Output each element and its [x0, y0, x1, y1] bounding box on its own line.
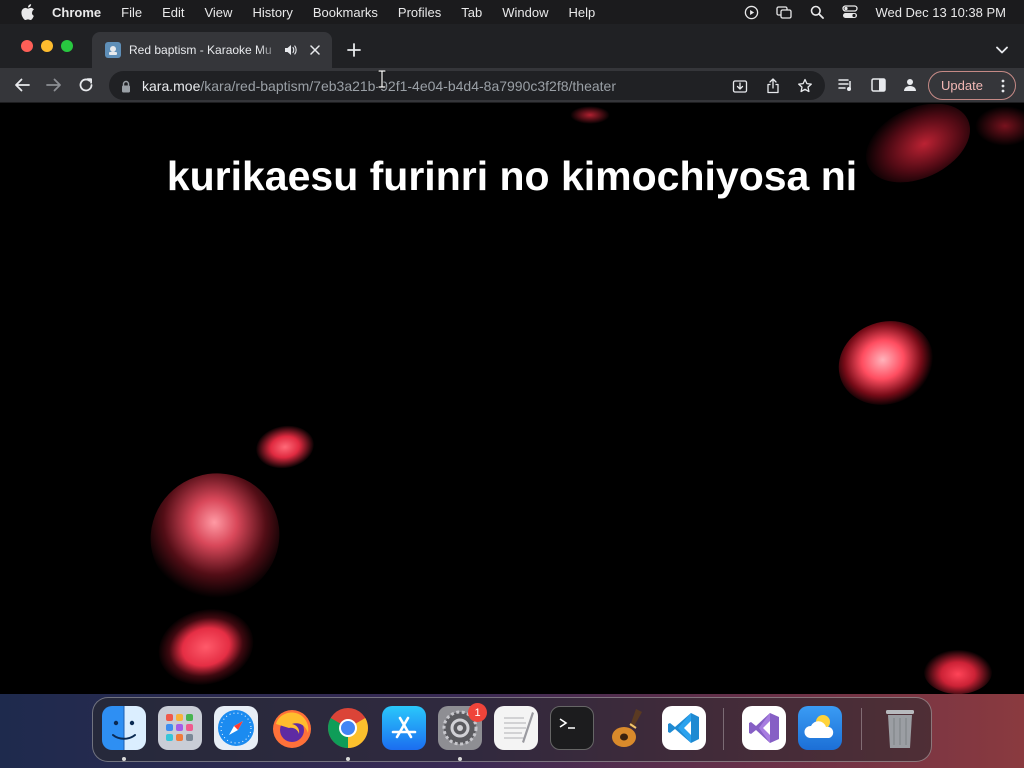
dock: [92, 697, 932, 762]
address-bar[interactable]: kara.moe/kara/red-baptism/7eb3a21b-92f1-…: [109, 71, 825, 100]
visual-studio-icon[interactable]: [742, 706, 786, 750]
profile-avatar-icon[interactable]: [900, 75, 920, 95]
tab-audio-icon[interactable]: [283, 43, 297, 57]
tab-search-chevron-icon[interactable]: [992, 41, 1012, 59]
app-store-icon[interactable]: [382, 706, 426, 750]
menu-edit[interactable]: Edit: [162, 5, 184, 20]
url-path: /kara/red-baptism/7eb3a21b-92f1-4e04-b4d…: [200, 78, 616, 94]
system-settings-badge: 1: [468, 703, 487, 722]
system-settings-running-indicator: [458, 757, 462, 761]
petal-decoration: [975, 106, 1024, 146]
screen-mirror-icon[interactable]: [776, 4, 793, 20]
url-domain: kara.moe: [142, 78, 201, 94]
launchpad-icon[interactable]: [158, 706, 202, 750]
finder-icon[interactable]: [102, 706, 146, 750]
screen: Chrome File Edit View History Bookmarks …: [0, 0, 1024, 768]
new-tab-icon[interactable]: [344, 40, 364, 60]
petal-decoration: [924, 650, 992, 694]
reload-icon[interactable]: [76, 75, 96, 95]
menu-bar: Chrome File Edit View History Bookmarks …: [0, 0, 1024, 24]
karaoke-lyric-line: kurikaesu furinri no kimochiyosa ni: [166, 153, 858, 199]
ibeam-cursor-icon: [377, 70, 387, 88]
window-minimize-button[interactable]: [41, 40, 53, 52]
textedit-icon[interactable]: [494, 706, 538, 750]
play-circle-icon[interactable]: [743, 4, 759, 20]
petal-decoration: [150, 598, 262, 696]
petal-decoration: [826, 308, 946, 418]
menu-bookmarks[interactable]: Bookmarks: [313, 5, 378, 20]
more-vertical-icon[interactable]: [1000, 78, 1006, 94]
chrome-icon[interactable]: [326, 706, 370, 750]
tab-red-baptism[interactable]: Red baptism - Karaoke Mu: [92, 32, 332, 68]
side-panel-icon[interactable]: [868, 75, 888, 95]
spotlight-search-icon[interactable]: [809, 4, 825, 20]
finder-running-indicator: [122, 757, 126, 761]
menu-history[interactable]: History: [252, 5, 292, 20]
firefox-icon[interactable]: [270, 706, 314, 750]
menu-view[interactable]: View: [204, 5, 232, 20]
menu-help[interactable]: Help: [569, 5, 596, 20]
trash-icon[interactable]: [878, 706, 922, 750]
forward-arrow-icon[interactable]: [44, 75, 64, 95]
window-zoom-button[interactable]: [61, 40, 73, 52]
petal-decoration: [570, 106, 610, 124]
update-label: Update: [941, 78, 983, 93]
dock-separator: [861, 708, 862, 750]
tab-close-icon[interactable]: [307, 42, 323, 58]
menu-profiles[interactable]: Profiles: [398, 5, 441, 20]
apple-menu-icon[interactable]: [18, 4, 38, 20]
petal-decoration: [252, 421, 318, 473]
garageband-icon[interactable]: [606, 706, 650, 750]
bookmark-star-icon[interactable]: [796, 77, 814, 95]
back-arrow-icon[interactable]: [12, 75, 32, 95]
kara-moe-favicon-icon: [105, 42, 121, 58]
tab-strip: Red baptism - Karaoke Mu: [0, 24, 1024, 68]
weather-icon[interactable]: [798, 706, 842, 750]
menubar-clock[interactable]: Wed Dec 13 10:38 PM: [875, 5, 1006, 20]
control-center-icon[interactable]: [842, 4, 859, 20]
update-chrome-button[interactable]: Update: [928, 71, 1016, 100]
lock-icon[interactable]: [120, 79, 132, 93]
tab-title: Red baptism - Karaoke Mu: [129, 43, 272, 57]
menu-file[interactable]: File: [121, 5, 142, 20]
petal-decoration: [127, 449, 303, 624]
install-app-icon[interactable]: [731, 77, 749, 95]
menu-window[interactable]: Window: [502, 5, 548, 20]
chrome-running-indicator: [346, 757, 350, 761]
vscode-icon[interactable]: [662, 706, 706, 750]
media-controls-icon[interactable]: [836, 75, 856, 95]
karaoke-theater[interactable]: kurikaesu furinri no kimochiyosa ni: [0, 104, 1024, 768]
window-close-button[interactable]: [21, 40, 33, 52]
dock-separator: [723, 708, 724, 750]
share-icon[interactable]: [764, 77, 782, 95]
safari-icon[interactable]: [214, 706, 258, 750]
browser-toolbar: kara.moe/kara/red-baptism/7eb3a21b-92f1-…: [0, 68, 1024, 103]
menu-tab[interactable]: Tab: [461, 5, 482, 20]
menu-app-chrome[interactable]: Chrome: [52, 5, 101, 20]
terminal-icon[interactable]: [550, 706, 594, 750]
